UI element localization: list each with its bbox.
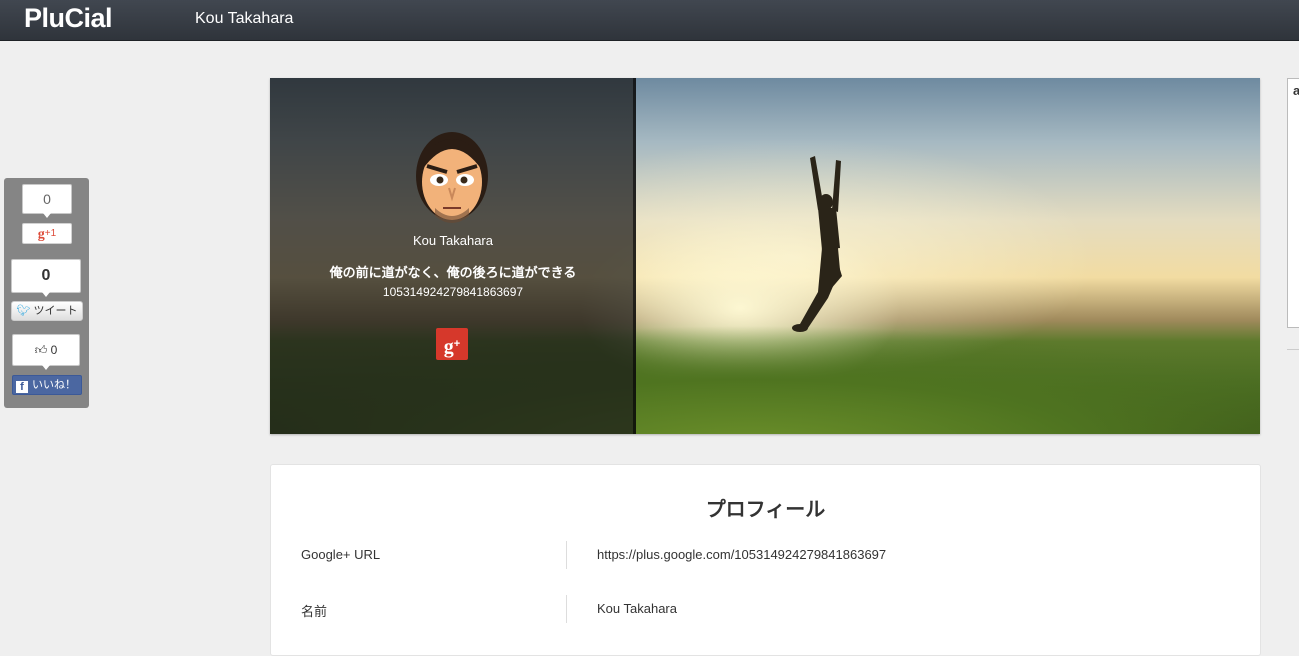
row-label-name: 名前 xyxy=(301,604,328,619)
tweet-label: ツイート xyxy=(33,305,78,317)
row-value-name: Kou Takahara xyxy=(597,601,677,616)
gplus-plus-glyph: + xyxy=(453,338,461,350)
divider xyxy=(1287,349,1299,350)
brand-logo[interactable]: PluCial xyxy=(24,3,113,34)
facebook-like-button[interactable]: f いいね！ xyxy=(12,375,82,395)
profile-overlay: Kou Takahara 俺の前に道がなく、俺の後ろに道ができる 1053149… xyxy=(270,78,636,434)
top-navbar: PluCial Kou Takahara xyxy=(0,0,1299,41)
gplus-one-label: +1 xyxy=(44,228,57,239)
thumbs-up-icon: 👍︎ xyxy=(34,343,48,357)
profile-card: プロフィール Google+ URL https://plus.google.c… xyxy=(270,464,1261,656)
nav-user-name[interactable]: Kou Takahara xyxy=(195,10,293,28)
row-label-google-url: Google+ URL xyxy=(301,547,381,562)
avatar xyxy=(416,132,488,223)
gplus-one-button[interactable]: g+1 xyxy=(22,223,72,244)
facebook-icon: f xyxy=(16,381,28,393)
like-count-box: 👍︎ 0 xyxy=(12,334,80,370)
profile-id: 105314924279841863697 xyxy=(382,285,524,299)
jumping-person-image xyxy=(792,156,842,332)
row-divider xyxy=(566,595,567,623)
gplus-count: 0 xyxy=(22,184,72,218)
like-label: いいね！ xyxy=(32,379,76,391)
gplus-icon: g xyxy=(443,336,454,358)
tweet-button[interactable]: 🐦︎ ツイート xyxy=(11,301,83,321)
ad-text: a xyxy=(1293,83,1299,98)
ad-box[interactable]: a xyxy=(1287,78,1299,328)
row-divider xyxy=(566,541,567,569)
like-count: 0 xyxy=(50,343,58,357)
gplus-icon: g xyxy=(37,227,45,242)
card-title: プロフィール xyxy=(705,499,826,521)
profile-tagline: 俺の前に道がなく、俺の後ろに道ができる xyxy=(329,265,577,280)
twitter-bird-icon: 🐦︎ xyxy=(16,305,31,317)
google-url-link[interactable]: https://plus.google.com/1053149242798418… xyxy=(597,547,886,562)
profile-name: Kou Takahara xyxy=(413,233,493,248)
cover-section: Kou Takahara 俺の前に道がなく、俺の後ろに道ができる 1053149… xyxy=(270,78,1260,434)
gplus-profile-link[interactable]: g+ xyxy=(436,328,468,360)
social-share-panel: 0 g+1 0 🐦︎ ツイート 👍︎ 0 f いいね！ xyxy=(4,178,89,408)
tweet-count: 0 xyxy=(11,259,81,297)
